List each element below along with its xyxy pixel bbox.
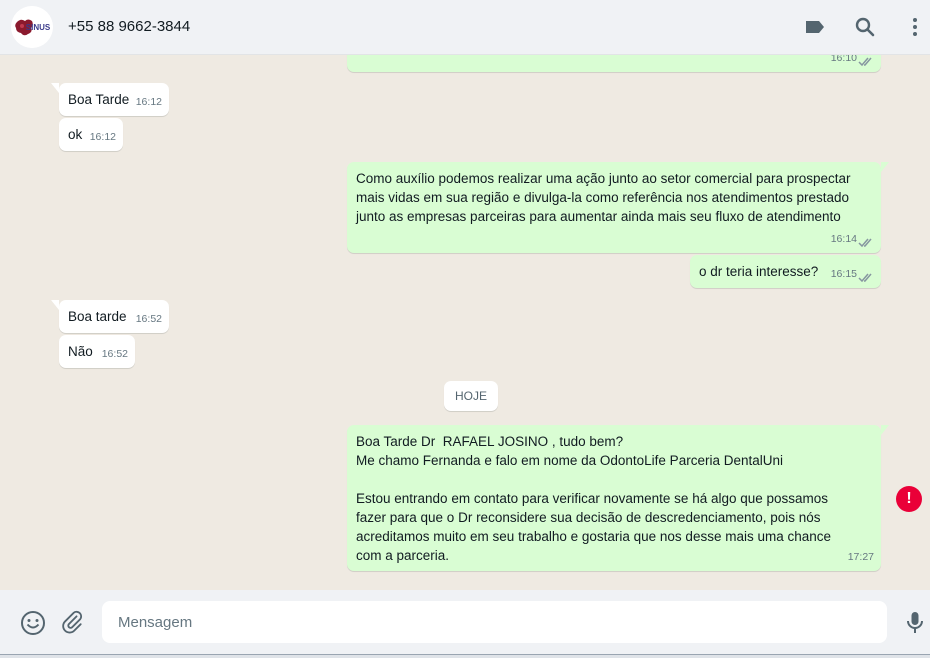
message-list[interactable]: 16:10 Boa Tarde 16:12 ok 16:12 Como auxí… [0, 55, 930, 590]
chat-header: SINUS +55 88 9662-3844 [0, 0, 930, 55]
message-time: 16:12 [89, 131, 116, 143]
double-check-icon [858, 238, 872, 248]
message-bubble-incoming[interactable]: Não 16:52 [59, 335, 135, 368]
double-check-icon [858, 57, 872, 67]
message-text: ok [68, 127, 83, 142]
avatar-brand-text: SINUS [26, 23, 51, 32]
emoji-icon[interactable] [20, 610, 46, 636]
message-text: Como auxílio podemos realizar uma ação j… [356, 171, 851, 224]
message-time: 16:52 [101, 348, 128, 360]
message-time: 16:15 [830, 268, 857, 280]
message-text: Boa Tarde [68, 92, 130, 107]
message-text: Boa Tarde Dr RAFAEL JOSINO , tudo bem? M… [356, 434, 832, 563]
message-bubble-incoming[interactable]: Boa tarde 16:52 [51, 300, 169, 333]
bubble-tail [881, 162, 889, 172]
bubble-tail [51, 300, 59, 310]
message-bubble-outgoing[interactable]: Como auxílio podemos realizar uma ação j… [347, 162, 889, 253]
message-text: o dr teria interesse? [699, 264, 819, 279]
avatar-logo-icon: SINUS [11, 6, 53, 48]
message-bubble-incoming[interactable]: Boa Tarde 16:12 [51, 83, 169, 116]
message-time: 16:52 [135, 313, 162, 325]
double-check-icon [858, 273, 872, 283]
message-time: 17:27 [847, 551, 874, 563]
message-time: 16:12 [135, 96, 162, 108]
message-input[interactable] [102, 601, 887, 643]
message-bubble-outgoing[interactable]: Boa Tarde Dr RAFAEL JOSINO , tudo bem? M… [347, 425, 889, 571]
message-text: Não [68, 344, 93, 359]
window-bottom-strip [0, 654, 930, 658]
message-bubble-outgoing[interactable]: 16:10 [347, 55, 881, 72]
message-time: 16:14 [830, 233, 857, 245]
bubble-tail [51, 83, 59, 93]
menu-icon[interactable] [903, 15, 927, 39]
search-icon[interactable] [853, 15, 877, 39]
contact-name[interactable]: +55 88 9662-3844 [68, 18, 190, 35]
message-composer [0, 590, 930, 654]
attach-icon[interactable] [61, 610, 87, 636]
contact-avatar[interactable]: SINUS [11, 6, 53, 48]
message-bubble-outgoing[interactable]: o dr teria interesse? 16:15 [690, 255, 881, 288]
message-failed-icon[interactable]: ! [896, 486, 922, 512]
bubble-tail [881, 425, 889, 435]
label-icon[interactable] [803, 15, 827, 39]
date-divider: HOJE [444, 381, 498, 411]
message-text: Boa tarde [68, 309, 127, 324]
message-bubble-incoming[interactable]: ok 16:12 [59, 118, 123, 151]
mic-icon[interactable] [902, 609, 928, 635]
message-time: 16:10 [830, 55, 857, 64]
